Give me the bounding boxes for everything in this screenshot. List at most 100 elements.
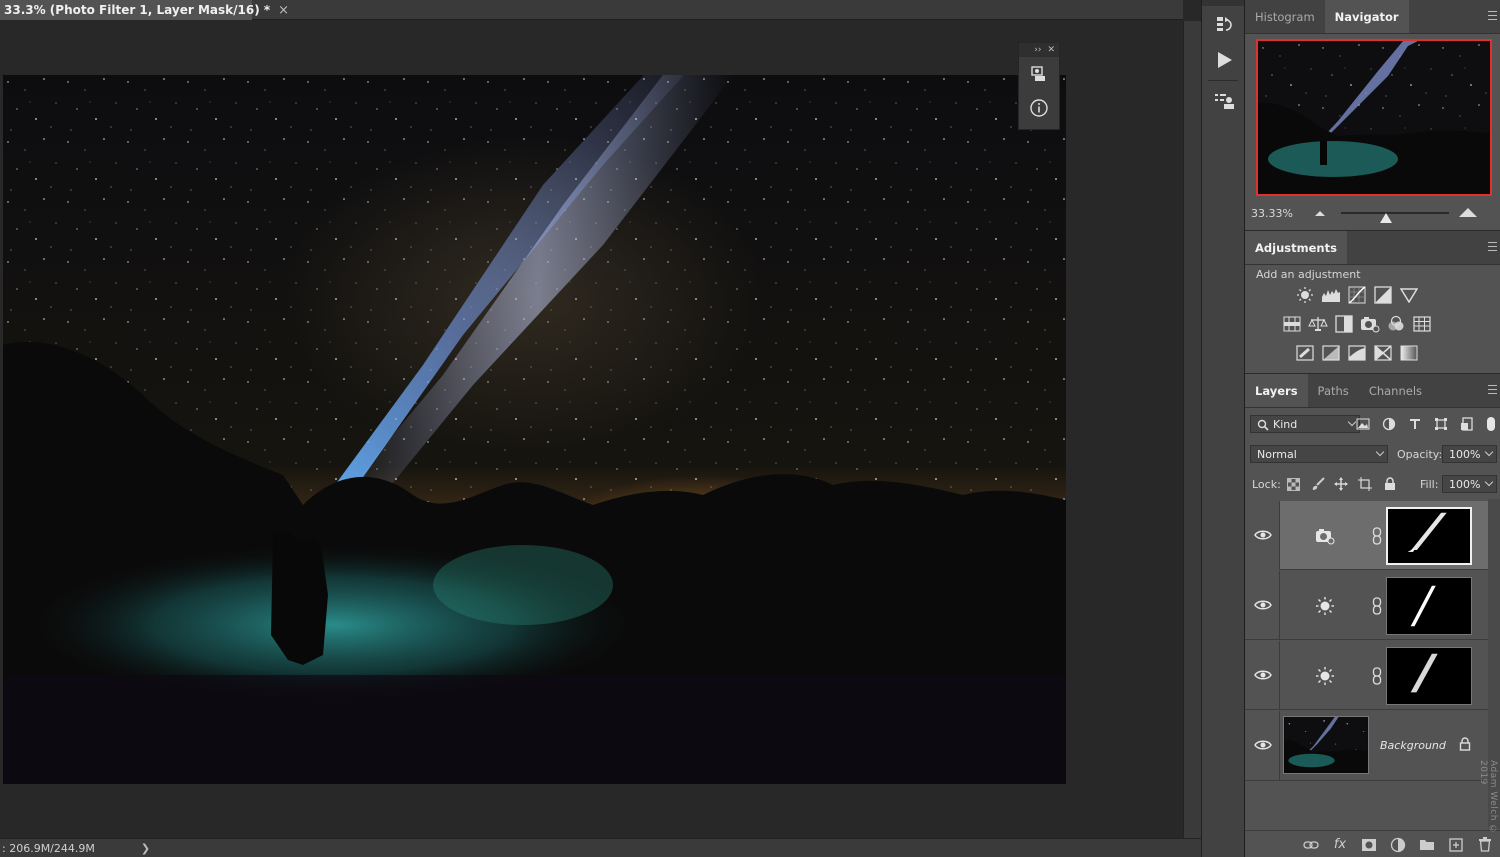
document-image[interactable] xyxy=(3,75,1066,784)
tab-paths[interactable]: Paths xyxy=(1308,374,1359,407)
lock-transparent-pixels-icon[interactable] xyxy=(1285,476,1301,492)
document-size-readout: : 206.9M/244.9M xyxy=(2,841,95,855)
channel-mixer-icon[interactable] xyxy=(1386,314,1406,334)
add-mask-icon[interactable] xyxy=(1360,837,1378,853)
posterize-icon[interactable] xyxy=(1321,343,1341,363)
tab-channels[interactable]: Channels xyxy=(1359,374,1432,407)
link-icon[interactable] xyxy=(1372,527,1382,545)
layer-row-brightness-contrast[interactable] xyxy=(1245,571,1488,640)
tab-histogram[interactable]: Histogram xyxy=(1245,0,1325,33)
zoom-slider-track[interactable] xyxy=(1341,212,1449,214)
layer-row-brightness-contrast[interactable] xyxy=(1245,641,1488,710)
threshold-icon[interactable] xyxy=(1347,343,1367,363)
layer-mask-thumbnail[interactable] xyxy=(1386,647,1472,705)
new-layer-icon[interactable] xyxy=(1447,837,1465,853)
panel-icon-strip xyxy=(1201,0,1245,857)
strip-separator xyxy=(1208,80,1238,81)
layer-filter-kind-select[interactable]: Kind xyxy=(1250,415,1360,433)
color-lookup-icon[interactable] xyxy=(1412,314,1432,334)
panel-menu-icon[interactable] xyxy=(1488,385,1497,394)
vertical-scrollbar[interactable] xyxy=(1183,21,1201,838)
info-icon[interactable] xyxy=(1019,91,1059,125)
lock-all-icon[interactable] xyxy=(1382,476,1398,492)
new-adjustment-icon[interactable] xyxy=(1389,837,1407,853)
chevron-down-icon xyxy=(1484,447,1494,457)
adjustment-row-3 xyxy=(1295,343,1419,363)
mask-preview xyxy=(1410,653,1438,693)
properties-icon[interactable] xyxy=(1202,83,1246,119)
exposure-icon[interactable] xyxy=(1373,285,1393,305)
photo-filter-icon[interactable] xyxy=(1360,314,1380,334)
document-tab-bar: 33.3% (Photo Filter 1, Layer Mask/16) * … xyxy=(0,0,1183,20)
layer-row-photo-filter[interactable] xyxy=(1245,501,1488,570)
hue-saturation-icon[interactable] xyxy=(1282,314,1302,334)
history-icon[interactable] xyxy=(1202,6,1246,42)
fx-icon[interactable]: fx xyxy=(1331,837,1349,853)
collapse-icon[interactable]: ›› xyxy=(1034,45,1041,55)
right-panels: Histogram Navigator 33.33% Adjustments A… xyxy=(1245,0,1500,857)
eye-icon[interactable] xyxy=(1254,668,1272,682)
color-balance-icon[interactable] xyxy=(1308,314,1328,334)
status-menu-chevron-icon[interactable]: ❯ xyxy=(141,842,150,855)
layer-thumbnail[interactable] xyxy=(1283,716,1369,774)
night-sky-photo xyxy=(3,75,1066,784)
navigator-thumbnail[interactable] xyxy=(1256,39,1492,196)
panel-menu-icon[interactable] xyxy=(1488,242,1497,251)
zoom-in-icon[interactable] xyxy=(1459,208,1477,217)
layer-mask-thumbnail[interactable] xyxy=(1386,577,1472,635)
layer-name[interactable]: Background xyxy=(1380,739,1446,752)
filter-type-icon[interactable] xyxy=(1407,416,1423,432)
tab-adjustments[interactable]: Adjustments xyxy=(1245,231,1347,264)
curves-icon[interactable] xyxy=(1347,285,1367,305)
lock-icon xyxy=(1459,737,1471,751)
brightness-contrast-icon[interactable] xyxy=(1295,285,1315,305)
opacity-value: 100% xyxy=(1449,447,1481,461)
opacity-input[interactable]: 100% xyxy=(1442,445,1497,463)
lock-artboard-icon[interactable] xyxy=(1357,476,1373,492)
3d-material-icon[interactable] xyxy=(1019,57,1059,91)
zoom-slider-handle[interactable] xyxy=(1380,213,1392,223)
filter-smart-object-icon[interactable] xyxy=(1459,416,1475,432)
adjustments-panel: Adjustments Add an adjustment xyxy=(1245,230,1500,372)
vibrance-icon[interactable] xyxy=(1399,285,1419,305)
blend-mode-value: Normal xyxy=(1257,447,1297,461)
layer-row-background[interactable]: Background xyxy=(1245,711,1488,781)
tab-layers[interactable]: Layers xyxy=(1245,374,1308,407)
fill-value: 100% xyxy=(1449,477,1481,491)
document-tab[interactable]: 33.3% (Photo Filter 1, Layer Mask/16) * … xyxy=(0,0,289,20)
fill-input[interactable]: 100% xyxy=(1442,475,1497,493)
lock-image-pixels-icon[interactable] xyxy=(1310,476,1326,492)
floating-panel-header: ›› ✕ xyxy=(1019,43,1059,57)
new-group-icon[interactable] xyxy=(1418,837,1436,853)
adjustment-row-2 xyxy=(1282,314,1432,334)
filter-adjustment-icon[interactable] xyxy=(1381,416,1397,432)
play-action-icon[interactable] xyxy=(1202,42,1246,78)
layer-mask-thumbnail[interactable] xyxy=(1386,507,1472,565)
panel-menu-icon[interactable] xyxy=(1488,11,1497,20)
brightness-contrast-icon xyxy=(1316,597,1334,615)
search-icon xyxy=(1257,419,1269,431)
filter-toggle-icon[interactable] xyxy=(1483,416,1499,432)
zoom-out-icon[interactable] xyxy=(1315,211,1325,216)
navigator-panel: Histogram Navigator 33.33% xyxy=(1245,0,1500,229)
levels-icon[interactable] xyxy=(1321,285,1341,305)
filter-shape-icon[interactable] xyxy=(1433,416,1449,432)
close-icon[interactable]: ✕ xyxy=(1047,45,1055,55)
blend-mode-select[interactable]: Normal xyxy=(1250,445,1388,463)
close-tab-icon[interactable]: × xyxy=(278,3,289,18)
fill-label: Fill: xyxy=(1420,478,1439,491)
black-white-icon[interactable] xyxy=(1334,314,1354,334)
selective-color-icon[interactable] xyxy=(1373,343,1393,363)
lock-position-icon[interactable] xyxy=(1333,476,1349,492)
eye-icon[interactable] xyxy=(1254,528,1272,542)
gradient-map-icon[interactable] xyxy=(1399,343,1419,363)
tab-navigator[interactable]: Navigator xyxy=(1324,0,1409,33)
link-layers-icon[interactable] xyxy=(1302,837,1320,853)
invert-icon[interactable] xyxy=(1295,343,1315,363)
link-icon[interactable] xyxy=(1372,667,1382,685)
status-bar: : 206.9M/244.9M ❯ xyxy=(0,838,1201,857)
eye-icon[interactable] xyxy=(1254,738,1272,752)
eye-icon[interactable] xyxy=(1254,598,1272,612)
link-icon[interactable] xyxy=(1372,597,1382,615)
filter-pixel-icon[interactable] xyxy=(1355,416,1371,432)
